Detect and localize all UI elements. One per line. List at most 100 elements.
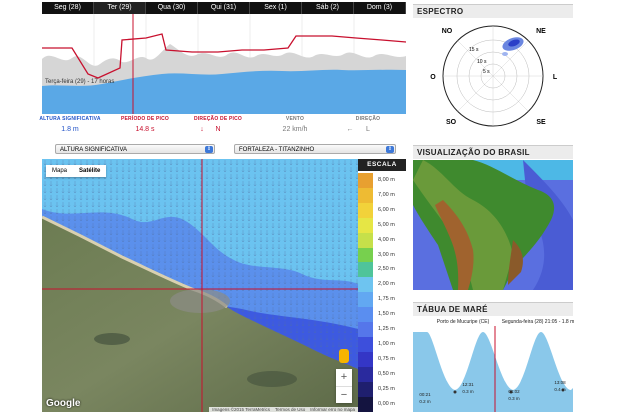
scale-level: 3,00 m [358, 247, 406, 263]
scale-level: 1,00 m [358, 336, 406, 352]
zoom-control: + − [336, 369, 352, 403]
param-label: DIREÇÃO DE PICO [193, 116, 242, 122]
scale-level: 1,50 m [358, 307, 406, 323]
map-type-satellite-button[interactable]: Satélite [73, 165, 107, 177]
tide-low-time: 01:02 [508, 389, 520, 394]
day-tab[interactable]: Ter (29) [94, 2, 146, 14]
scale-label: 2,50 m [378, 266, 395, 273]
dir-so: SO [446, 119, 457, 126]
scale-swatch [358, 262, 373, 278]
param-value: 14.8 s [135, 126, 155, 133]
scale-swatch [358, 381, 373, 397]
scale-level: 2,00 m [358, 277, 406, 293]
ring-5: 5 s [483, 69, 490, 75]
scale-swatch [358, 351, 373, 367]
tide-port-label: Porto de Mucuripe (CE) [436, 319, 490, 325]
scale-label: 1,75 m [378, 296, 395, 303]
tide-low-height: 0.4 m [554, 387, 566, 392]
tide-low-time: 00:21 [419, 392, 431, 397]
scale-label: 5,00 m [378, 221, 395, 228]
day-tab[interactable]: Qui (31) [198, 2, 250, 14]
scale-label: 8,00 m [378, 177, 395, 183]
zoom-in-button[interactable]: + [336, 369, 352, 387]
scale-swatch [358, 217, 373, 233]
scale-swatch [358, 277, 373, 293]
scale-level: 0,75 m [358, 351, 406, 367]
brazil-map[interactable] [413, 160, 573, 290]
chevron-down-icon: ⇕ [205, 146, 213, 153]
direction-arrow-icon: ↓ [200, 126, 204, 133]
report-error-link[interactable]: Informar erro no mapa [310, 407, 355, 412]
scale-label: 1,25 m [378, 326, 395, 332]
forecast-chart[interactable] [42, 14, 406, 114]
params-row: ALTURA SIGNIFICATIVA 1.8 m PERÍODO DE PICO… [39, 114, 406, 136]
scale-swatch [358, 202, 373, 218]
day-tab[interactable]: Seg (28) [42, 2, 94, 14]
scale-label: 1,00 m [378, 340, 395, 347]
param-value: 22 km/h [282, 126, 308, 133]
pegman-icon[interactable] [339, 349, 349, 363]
scale-swatch [358, 336, 373, 352]
scale-level: 5,00 m [358, 217, 406, 233]
location-select-value: FORTALEZA - TITANZINHO [239, 147, 315, 153]
tide-low-time: 12:31 [462, 382, 474, 387]
terms-link[interactable]: Termos de Uso [275, 407, 305, 412]
scale-swatch [358, 322, 373, 337]
param-label: VENTO [285, 116, 305, 122]
param-value: 1.8 m [61, 126, 79, 133]
scale-title: ESCALA [358, 159, 406, 171]
map-type-control: Mapa Satélite [46, 165, 107, 177]
dir-se: SE [536, 119, 546, 126]
dir-o: O [430, 74, 436, 81]
dir-no: NO [442, 28, 453, 35]
scale-label: 0,50 m [378, 370, 395, 377]
param-label: PERÍODO DE PICO [120, 116, 169, 122]
scale-label: 1,50 m [378, 311, 395, 318]
scale-level: 7,00 m [358, 187, 406, 203]
scale-swatch [358, 247, 373, 263]
tide-faded-label: Terça-feira [504, 333, 526, 338]
dir-ne: NE [536, 28, 546, 35]
scale-level: 1,75 m [358, 292, 406, 308]
scale-label: 0,00 m [378, 400, 395, 407]
spectrum-title: ESPECTRO [413, 4, 573, 18]
scale-label: 0,25 m [378, 385, 395, 392]
scale-swatch [358, 396, 373, 412]
tide-title: TÁBUA DE MARÉ [413, 302, 573, 316]
day-tab[interactable]: Qua (30) [146, 2, 198, 14]
scale-level: 8,00 m [358, 173, 406, 188]
zoom-out-button[interactable]: − [336, 387, 352, 404]
param-label: ALTURA SIGNIFICATIVA [39, 116, 101, 122]
wind-arrow-icon: ← [346, 126, 354, 133]
dir-l: L [553, 74, 558, 81]
scale-label: 4,00 m [378, 236, 395, 243]
wave-map[interactable]: Mapa Satélite + − Google Imagens ©2015 T… [42, 159, 358, 412]
scale-swatch [358, 232, 373, 248]
chevron-down-icon: ⇕ [386, 146, 394, 153]
scale-swatch [358, 292, 373, 308]
tide-low-height: 0.2 m [419, 399, 431, 404]
variable-select-value: ALTURA SIGNIFICATIVA [60, 147, 128, 153]
param-label: DIREÇÃO [355, 116, 381, 122]
ring-10: 10 s [477, 59, 487, 65]
day-tab[interactable]: Dom (3) [354, 2, 406, 14]
spectrum-polar-plot: NO NE O L SO SE 15 s 10 s 5 s [430, 25, 558, 127]
tide-day-label: Segunda-feira (28) 21:05 - 1.8 m [501, 319, 575, 325]
scale-level: 0,25 m [358, 381, 406, 397]
scale-swatch [358, 187, 373, 203]
variable-select[interactable]: ALTURA SIGNIFICATIVA ⇕ [55, 144, 215, 154]
ring-15: 15 s [469, 47, 479, 53]
google-logo: Google [46, 398, 81, 409]
tide-faded-label: nda-feira [436, 333, 454, 338]
day-tab[interactable]: Sáb (2) [302, 2, 354, 14]
map-type-map-button[interactable]: Mapa [46, 165, 74, 177]
scale-label: 3,00 m [378, 251, 395, 258]
day-tab[interactable]: Sex (1) [250, 2, 302, 14]
scale-level: 0,50 m [358, 366, 406, 382]
scale-label: 7,00 m [378, 191, 395, 198]
location-select[interactable]: FORTALEZA - TITANZINHO ⇕ [234, 144, 396, 154]
scale-swatch [358, 173, 373, 188]
scale-level: 4,00 m [358, 232, 406, 248]
tide-low-height: 0.3 m [508, 396, 520, 401]
brazil-title: VISUALIZAÇÃO DO BRASIL [413, 145, 573, 159]
